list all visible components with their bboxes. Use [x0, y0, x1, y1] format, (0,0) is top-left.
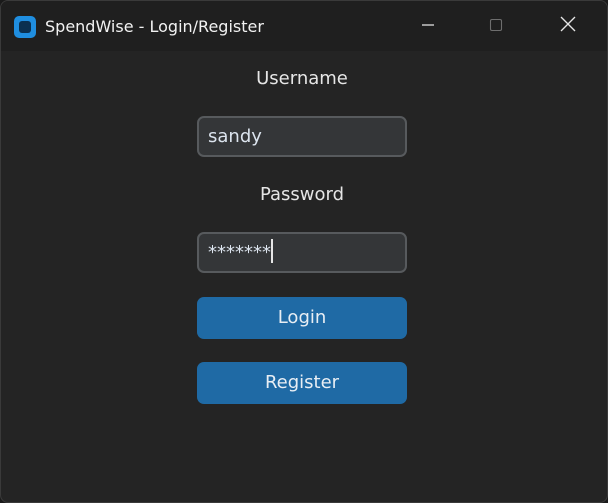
window-title: SpendWise - Login/Register: [45, 17, 264, 36]
maximize-button[interactable]: [461, 1, 531, 51]
title-bar[interactable]: SpendWise - Login/Register: [1, 1, 607, 51]
close-icon: [560, 16, 576, 36]
login-button[interactable]: Login: [197, 297, 407, 339]
password-input[interactable]: *******: [197, 232, 407, 273]
close-button[interactable]: [533, 1, 603, 51]
minimize-icon: [421, 17, 435, 36]
maximize-icon: [489, 17, 503, 36]
register-button[interactable]: Register: [197, 362, 407, 404]
username-input[interactable]: sandy: [197, 116, 407, 157]
text-caret: [271, 239, 273, 263]
username-value: sandy: [208, 126, 262, 147]
minimize-button[interactable]: [393, 1, 463, 51]
spendwise-app-icon: [14, 16, 36, 38]
password-label: Password: [259, 184, 345, 205]
password-value: *******: [208, 242, 271, 263]
login-register-window: SpendWise - Login/Register Username sand…: [0, 0, 608, 503]
username-label: Username: [256, 68, 348, 89]
